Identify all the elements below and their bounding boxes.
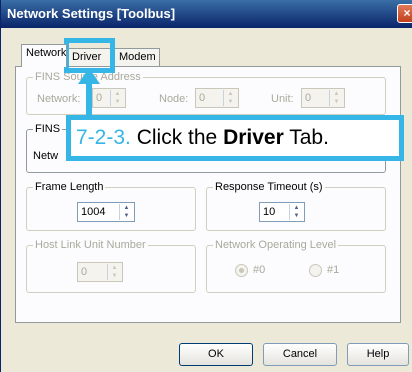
host-link-legend: Host Link Unit Number bbox=[33, 239, 148, 251]
close-icon: × bbox=[403, 6, 411, 20]
source-unit-label: Unit: bbox=[271, 93, 294, 105]
callout-text-bold: Driver bbox=[223, 126, 284, 149]
source-node-stepper: 0 ▲ ▼ bbox=[195, 88, 239, 108]
frame-length-legend: Frame Length bbox=[33, 181, 106, 193]
source-network-value: 0 bbox=[96, 92, 103, 104]
fins-destination-legend: FINS bbox=[33, 123, 63, 135]
level-1-radio bbox=[309, 264, 322, 277]
close-button[interactable]: × bbox=[397, 4, 412, 23]
title-bar[interactable]: Network Settings [Toolbus] × bbox=[1, 0, 412, 28]
spin-down-icon[interactable]: ▼ bbox=[120, 212, 133, 220]
level-0-radio bbox=[235, 264, 248, 277]
spin-up-icon[interactable]: ▲ bbox=[290, 204, 303, 212]
callout-text-pre: Click the bbox=[136, 126, 218, 149]
source-node-label: Node: bbox=[159, 93, 189, 105]
frame-length-group: Frame Length 1004 ▲ ▼ bbox=[26, 181, 196, 231]
callout-text-post: Tab. bbox=[289, 126, 329, 149]
cancel-button[interactable]: Cancel bbox=[263, 343, 337, 366]
source-node-value: 0 bbox=[199, 92, 206, 104]
frame-length-value: 1004 bbox=[81, 206, 106, 218]
callout-connector bbox=[86, 73, 92, 115]
level-0-label: #0 bbox=[253, 264, 266, 276]
host-link-value: 0 bbox=[81, 266, 88, 278]
destination-network-label: Netw bbox=[33, 150, 59, 162]
level-1-label: #1 bbox=[327, 264, 340, 276]
source-unit-value: 0 bbox=[305, 92, 312, 104]
response-timeout-value: 10 bbox=[263, 206, 276, 218]
window-title: Network Settings [Toolbus] bbox=[7, 6, 176, 21]
source-network-stepper: 0 ▲ ▼ bbox=[92, 88, 126, 108]
host-link-group: Host Link Unit Number 0 ▲ ▼ bbox=[26, 239, 196, 293]
tab-panel-network: FINS Source Address Network: 0 ▲ ▼ Node: … bbox=[15, 66, 401, 323]
frame-length-stepper[interactable]: 1004 ▲ ▼ bbox=[77, 202, 135, 222]
host-link-stepper: 0 ▲ ▼ bbox=[77, 262, 123, 282]
tab-modem[interactable]: Modem bbox=[114, 48, 160, 66]
ok-button[interactable]: OK bbox=[179, 343, 253, 366]
response-timeout-stepper[interactable]: 10 ▲ ▼ bbox=[259, 202, 305, 222]
spin-up-icon[interactable]: ▲ bbox=[120, 204, 133, 212]
help-button[interactable]: Help bbox=[347, 343, 409, 366]
spin-down-icon[interactable]: ▼ bbox=[290, 212, 303, 220]
network-level-legend: Network Operating Level bbox=[213, 239, 339, 251]
source-unit-stepper: 0 ▲ ▼ bbox=[301, 88, 345, 108]
source-network-label: Network: bbox=[37, 93, 81, 105]
response-timeout-group: Response Timeout (s) 10 ▲ ▼ bbox=[206, 181, 386, 231]
callout-step-number: 7-2-3. bbox=[76, 126, 131, 149]
instruction-callout: 7-2-3. Click the Driver Tab. bbox=[66, 115, 404, 161]
tab-network[interactable]: Network bbox=[21, 44, 67, 67]
network-level-group: Network Operating Level #0 #1 bbox=[206, 239, 386, 293]
response-timeout-legend: Response Timeout (s) bbox=[213, 181, 325, 193]
network-settings-dialog: Network Settings [Toolbus] × Network Dri… bbox=[0, 0, 412, 372]
